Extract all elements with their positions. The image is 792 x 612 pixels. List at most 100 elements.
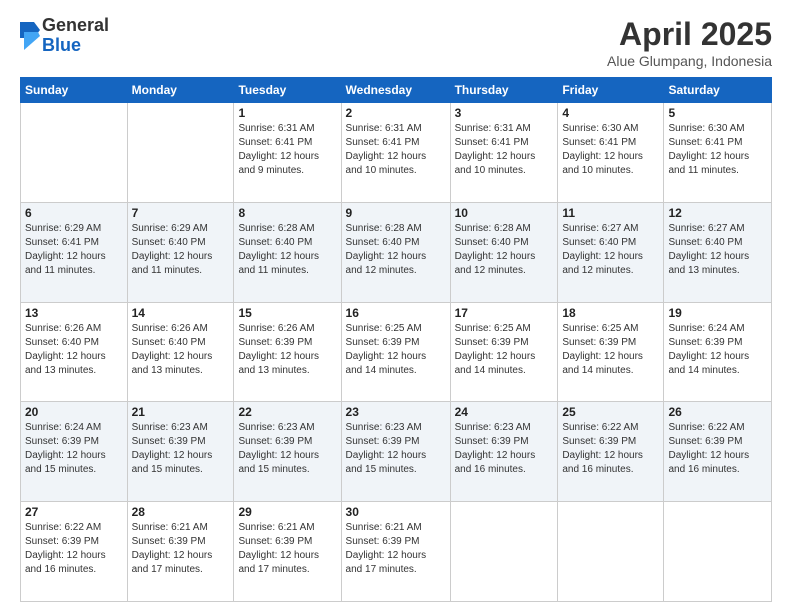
calendar-cell: 30 Sunrise: 6:21 AMSunset: 6:39 PMDayligh… (341, 502, 450, 602)
calendar-cell: 7Sunrise: 6:29 AMSunset: 6:40 PMDaylight… (127, 202, 234, 302)
calendar-cell: 8 Sunrise: 6:28 AMSunset: 6:40 PMDaylight… (234, 202, 341, 302)
day-info: Sunrise: 6:24 AMSunset: 6:39 PMDaylight:… (25, 421, 123, 477)
day-number: 15 (238, 306, 336, 320)
calendar-cell: 6 Sunrise: 6:29 AMSunset: 6:41 PMDaylight… (21, 202, 128, 302)
day-number: 16 (346, 306, 446, 320)
day-info: Sunrise: 6:22 AMSunset: 6:39 PMDaylight:… (562, 421, 659, 477)
week-row-1: 1 Sunrise: 6:31 AMSunset: 6:41 PMDaylight… (21, 103, 772, 203)
calendar-cell: 28 Sunrise: 6:21 AMSunset: 6:39 PMDayligh… (127, 502, 234, 602)
day-number: 21 (132, 405, 230, 419)
logo-text: General Blue (42, 16, 109, 56)
day-number: 5 (668, 106, 767, 120)
day-number: 28 (132, 505, 230, 519)
day-info: Sunrise: 6:22 AMSunset: 6:39 PMDaylight:… (668, 421, 767, 477)
weekday-header-row: SundayMondayTuesdayWednesdayThursdayFrid… (21, 78, 772, 103)
calendar-cell: 23 Sunrise: 6:23 AMSunset: 6:39 PMDayligh… (341, 402, 450, 502)
weekday-header-thursday: Thursday (450, 78, 558, 103)
day-number: 24 (455, 405, 554, 419)
weekday-header-sunday: Sunday (21, 78, 128, 103)
weekday-header-saturday: Saturday (664, 78, 772, 103)
calendar-cell: 25 Sunrise: 6:22 AMSunset: 6:39 PMDayligh… (558, 402, 664, 502)
day-number: 4 (562, 106, 659, 120)
week-row-4: 20 Sunrise: 6:24 AMSunset: 6:39 PMDayligh… (21, 402, 772, 502)
calendar-cell: 3Sunrise: 6:31 AMSunset: 6:41 PMDaylight… (450, 103, 558, 203)
calendar-cell: 1 Sunrise: 6:31 AMSunset: 6:41 PMDaylight… (234, 103, 341, 203)
calendar-cell: 13Sunrise: 6:26 AMSunset: 6:40 PMDayligh… (21, 302, 128, 402)
calendar-cell: 27 Sunrise: 6:22 AMSunset: 6:39 PMDayligh… (21, 502, 128, 602)
calendar-table: SundayMondayTuesdayWednesdayThursdayFrid… (20, 77, 772, 602)
calendar-cell (664, 502, 772, 602)
day-number: 20 (25, 405, 123, 419)
day-info: Sunrise: 6:21 AMSunset: 6:39 PMDaylight:… (132, 521, 230, 577)
calendar-cell: 9 Sunrise: 6:28 AMSunset: 6:40 PMDaylight… (341, 202, 450, 302)
weekday-header-wednesday: Wednesday (341, 78, 450, 103)
day-info: Sunrise: 6:24 AMSunset: 6:39 PMDaylight:… (668, 322, 767, 378)
day-info: Sunrise: 6:30 AMSunset: 6:41 PMDaylight:… (668, 122, 767, 178)
day-info: Sunrise: 6:27 AMSunset: 6:40 PMDaylight:… (562, 222, 659, 278)
calendar-cell: 18Sunrise: 6:25 AMSunset: 6:39 PMDayligh… (558, 302, 664, 402)
day-number: 25 (562, 405, 659, 419)
calendar-cell (21, 103, 128, 203)
calendar-cell (127, 103, 234, 203)
day-info: Sunrise: 6:26 AMSunset: 6:40 PMDaylight:… (25, 322, 123, 378)
calendar-cell: 5 Sunrise: 6:30 AMSunset: 6:41 PMDaylight… (664, 103, 772, 203)
calendar-cell: 24 Sunrise: 6:23 AMSunset: 6:39 PMDayligh… (450, 402, 558, 502)
day-info: Sunrise: 6:26 AMSunset: 6:39 PMDaylight:… (238, 322, 336, 378)
day-info: Sunrise: 6:25 AMSunset: 6:39 PMDaylight:… (562, 322, 659, 378)
calendar-cell (450, 502, 558, 602)
calendar-cell: 15 Sunrise: 6:26 AMSunset: 6:39 PMDayligh… (234, 302, 341, 402)
week-row-5: 27 Sunrise: 6:22 AMSunset: 6:39 PMDayligh… (21, 502, 772, 602)
title-block: April 2025 Alue Glumpang, Indonesia (607, 16, 772, 69)
header: General Blue April 2025 Alue Glumpang, I… (20, 16, 772, 69)
day-info: Sunrise: 6:23 AMSunset: 6:39 PMDaylight:… (238, 421, 336, 477)
calendar-cell: 17Sunrise: 6:25 AMSunset: 6:39 PMDayligh… (450, 302, 558, 402)
weekday-header-friday: Friday (558, 78, 664, 103)
day-info: Sunrise: 6:28 AMSunset: 6:40 PMDaylight:… (455, 222, 554, 278)
day-number: 1 (238, 106, 336, 120)
calendar-cell: 16Sunrise: 6:25 AMSunset: 6:39 PMDayligh… (341, 302, 450, 402)
day-number: 7 (132, 206, 230, 220)
day-number: 29 (238, 505, 336, 519)
day-info: Sunrise: 6:22 AMSunset: 6:39 PMDaylight:… (25, 521, 123, 577)
weekday-header-monday: Monday (127, 78, 234, 103)
calendar-cell: 21 Sunrise: 6:23 AMSunset: 6:39 PMDayligh… (127, 402, 234, 502)
calendar-cell: 22 Sunrise: 6:23 AMSunset: 6:39 PMDayligh… (234, 402, 341, 502)
day-info: Sunrise: 6:30 AMSunset: 6:41 PMDaylight:… (562, 122, 659, 178)
day-info: Sunrise: 6:28 AMSunset: 6:40 PMDaylight:… (346, 222, 446, 278)
calendar-cell: 10Sunrise: 6:28 AMSunset: 6:40 PMDayligh… (450, 202, 558, 302)
day-number: 14 (132, 306, 230, 320)
calendar-cell: 12 Sunrise: 6:27 AMSunset: 6:40 PMDayligh… (664, 202, 772, 302)
day-number: 23 (346, 405, 446, 419)
week-row-2: 6 Sunrise: 6:29 AMSunset: 6:41 PMDaylight… (21, 202, 772, 302)
day-number: 30 (346, 505, 446, 519)
day-info: Sunrise: 6:23 AMSunset: 6:39 PMDaylight:… (455, 421, 554, 477)
day-info: Sunrise: 6:23 AMSunset: 6:39 PMDaylight:… (346, 421, 446, 477)
calendar-cell (558, 502, 664, 602)
title-location: Alue Glumpang, Indonesia (607, 53, 772, 69)
calendar-cell: 19Sunrise: 6:24 AMSunset: 6:39 PMDayligh… (664, 302, 772, 402)
day-number: 9 (346, 206, 446, 220)
calendar-cell: 11Sunrise: 6:27 AMSunset: 6:40 PMDayligh… (558, 202, 664, 302)
day-number: 27 (25, 505, 123, 519)
day-info: Sunrise: 6:29 AMSunset: 6:41 PMDaylight:… (25, 222, 123, 278)
day-number: 17 (455, 306, 554, 320)
day-number: 22 (238, 405, 336, 419)
day-number: 8 (238, 206, 336, 220)
title-month: April 2025 (607, 16, 772, 53)
day-info: Sunrise: 6:21 AMSunset: 6:39 PMDaylight:… (238, 521, 336, 577)
day-info: Sunrise: 6:27 AMSunset: 6:40 PMDaylight:… (668, 222, 767, 278)
calendar-cell: 20 Sunrise: 6:24 AMSunset: 6:39 PMDayligh… (21, 402, 128, 502)
calendar-cell: 26Sunrise: 6:22 AMSunset: 6:39 PMDayligh… (664, 402, 772, 502)
calendar-cell: 4 Sunrise: 6:30 AMSunset: 6:41 PMDaylight… (558, 103, 664, 203)
calendar-page: General Blue April 2025 Alue Glumpang, I… (0, 0, 792, 612)
day-number: 3 (455, 106, 554, 120)
day-info: Sunrise: 6:28 AMSunset: 6:40 PMDaylight:… (238, 222, 336, 278)
logo-general: General (42, 16, 109, 36)
day-number: 2 (346, 106, 446, 120)
logo-blue: Blue (42, 36, 109, 56)
day-info: Sunrise: 6:23 AMSunset: 6:39 PMDaylight:… (132, 421, 230, 477)
day-info: Sunrise: 6:31 AMSunset: 6:41 PMDaylight:… (238, 122, 336, 178)
day-info: Sunrise: 6:21 AMSunset: 6:39 PMDaylight:… (346, 521, 446, 577)
day-number: 12 (668, 206, 767, 220)
day-number: 6 (25, 206, 123, 220)
